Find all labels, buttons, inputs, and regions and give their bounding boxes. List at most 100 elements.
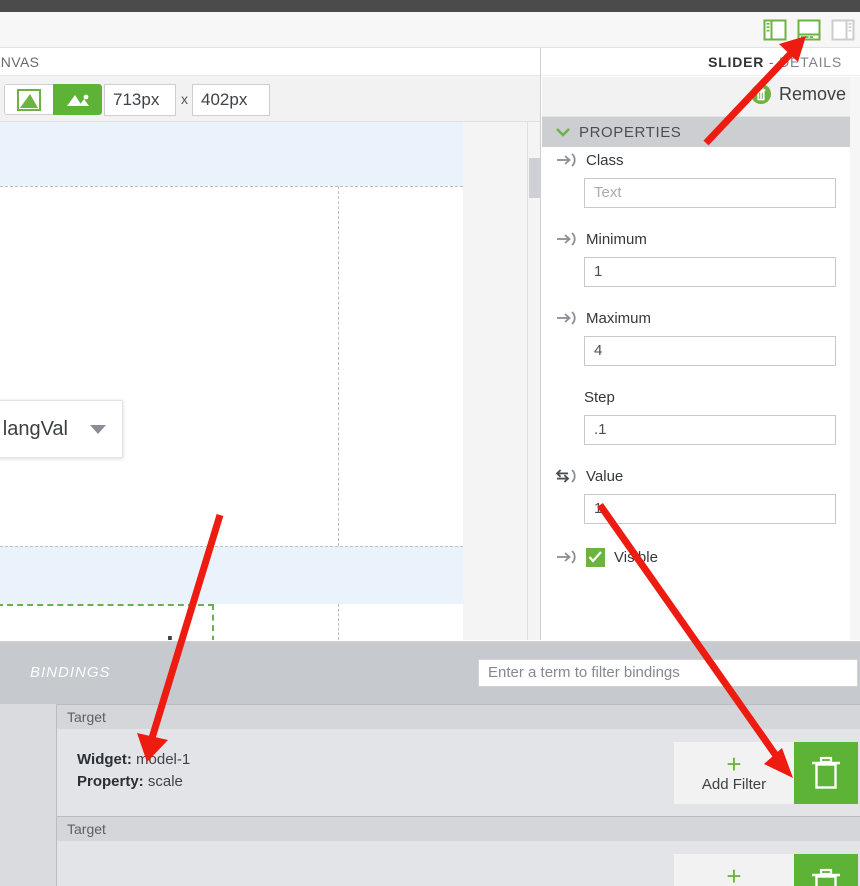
app-root: ANVAS 713px x [0, 0, 860, 886]
canvas-grid-line [338, 186, 339, 546]
chevron-down-icon [90, 425, 106, 434]
remove-button-label: Remove [779, 84, 846, 105]
delete-binding-button[interactable] [794, 742, 858, 804]
right-panel-toggle-icon[interactable] [830, 17, 856, 43]
binding-property-key: Property: [77, 773, 144, 790]
binding-list-item[interactable]: Target + Add Filter [0, 816, 860, 886]
trash-circle-icon [750, 83, 772, 105]
value-input[interactable]: 1 [584, 494, 836, 524]
binding-target-header: Target [57, 816, 860, 841]
slider-widget[interactable]: + [0, 604, 214, 640]
property-row-step: Step .1 [542, 384, 860, 445]
orientation-toggle-group [4, 84, 102, 115]
step-input[interactable]: .1 [584, 415, 836, 445]
binding-two-way-arrow-icon[interactable] [556, 469, 577, 483]
binding-arrow-icon[interactable] [556, 232, 577, 246]
binding-row-gutter [0, 704, 57, 816]
property-label: Value [586, 468, 623, 485]
property-row-class: Class Text [542, 147, 860, 208]
property-row-visible: Visible [542, 542, 860, 572]
bindings-filter-input[interactable]: Enter a term to filter bindings [478, 659, 858, 687]
property-label: Minimum [586, 231, 647, 248]
details-title-dash: - [769, 54, 774, 70]
binding-widget-line: Widget: model-1 [77, 751, 190, 768]
canvas-height-input[interactable]: 402px [192, 84, 270, 116]
property-row-minimum: Minimum 1 [542, 226, 860, 287]
plus-icon: + [726, 753, 741, 775]
properties-section-header[interactable]: PROPERTIES [542, 117, 860, 147]
image-landscape-icon [65, 91, 91, 108]
bindings-panel-title: BINDINGS [30, 664, 111, 681]
plus-icon[interactable]: + [160, 630, 180, 640]
bindings-list: Target Widget: model-1 Property: scale +… [0, 704, 860, 886]
binding-row-gutter [0, 816, 57, 886]
canvas-panel: ANVAS 713px x [0, 48, 541, 640]
property-row-maximum: Maximum 4 [542, 305, 860, 366]
binding-arrow-icon[interactable] [556, 153, 577, 167]
property-label: Step [584, 389, 615, 406]
plus-icon: + [726, 865, 741, 886]
trash-icon [809, 867, 843, 886]
binding-actions: + Add Filter [674, 854, 858, 886]
properties-list: Class Text Minimum 1 [542, 147, 860, 572]
canvas-stage[interactable]: langVal + [0, 122, 541, 640]
properties-section-label: PROPERTIES [579, 124, 681, 141]
property-label: Maximum [586, 310, 651, 327]
minimum-input[interactable]: 1 [584, 257, 836, 287]
remove-button[interactable]: Remove [750, 83, 846, 105]
details-actions-bar: Remove [542, 77, 860, 117]
canvas-toolbar: 713px x 402px [0, 76, 541, 122]
top-toolbar [0, 12, 860, 48]
window-titlebar [0, 0, 860, 12]
add-filter-label: Add Filter [702, 776, 766, 793]
bottom-panel-toggle-icon[interactable] [796, 17, 822, 43]
details-title-suffix: DETAILS [779, 54, 842, 70]
canvas-dimension-separator: x [181, 91, 188, 107]
canvas-panel-title: ANVAS [0, 54, 39, 70]
binding-property-value: scale [148, 773, 183, 790]
canvas-grid-line [0, 546, 463, 547]
canvas-panel-header: ANVAS [0, 48, 541, 76]
canvas-grid-line [338, 604, 339, 640]
details-panel-title: SLIDER - DETAILS [542, 48, 860, 76]
property-row-value: Value 1 [542, 463, 860, 524]
image-portrait-icon [17, 89, 41, 111]
binding-detail: Widget: model-1 Property: scale + Add Fi… [57, 729, 860, 816]
left-panel-toggle-icon[interactable] [762, 17, 788, 43]
add-filter-button[interactable]: + Add Filter [674, 854, 794, 886]
add-filter-button[interactable]: + Add Filter [674, 742, 794, 804]
binding-target-header: Target [57, 704, 860, 729]
dropdown-widget[interactable]: langVal [0, 400, 123, 458]
delete-binding-button[interactable] [794, 854, 858, 886]
details-vertical-scrollbar[interactable] [850, 77, 860, 640]
canvas-row-band [0, 122, 463, 186]
property-label: Class [586, 152, 624, 169]
canvas-grid-line [0, 186, 463, 187]
canvas-width-input[interactable]: 713px [104, 84, 176, 116]
maximum-input[interactable]: 4 [584, 336, 836, 366]
panel-layout-toggle-group [762, 17, 856, 43]
check-icon [588, 551, 603, 563]
binding-widget-value: model-1 [136, 751, 190, 768]
binding-property-line: Property: scale [77, 773, 183, 790]
binding-detail: + Add Filter [57, 841, 860, 886]
canvas-row-band [0, 546, 463, 604]
details-title-widget-type: SLIDER [708, 54, 764, 70]
canvas-page: langVal + [0, 122, 463, 640]
binding-actions: + Add Filter [674, 742, 858, 804]
details-panel: SLIDER - DETAILS Remove PROPERT [542, 48, 860, 640]
visible-checkbox[interactable] [586, 548, 605, 567]
dropdown-value: langVal [3, 418, 68, 441]
binding-list-item[interactable]: Target Widget: model-1 Property: scale +… [0, 704, 860, 816]
canvas-vertical-scrollbar[interactable] [527, 122, 540, 640]
binding-arrow-icon[interactable] [556, 311, 577, 325]
chevron-down-icon [556, 127, 570, 137]
visible-label: Visible [614, 549, 658, 566]
binding-widget-key: Widget: [77, 751, 132, 768]
binding-arrow-icon[interactable] [556, 550, 577, 564]
portrait-orientation-button[interactable] [4, 84, 53, 115]
canvas-scrollbar-thumb[interactable] [529, 158, 540, 198]
trash-icon [809, 755, 843, 791]
class-input[interactable]: Text [584, 178, 836, 208]
landscape-orientation-button[interactable] [53, 84, 102, 115]
